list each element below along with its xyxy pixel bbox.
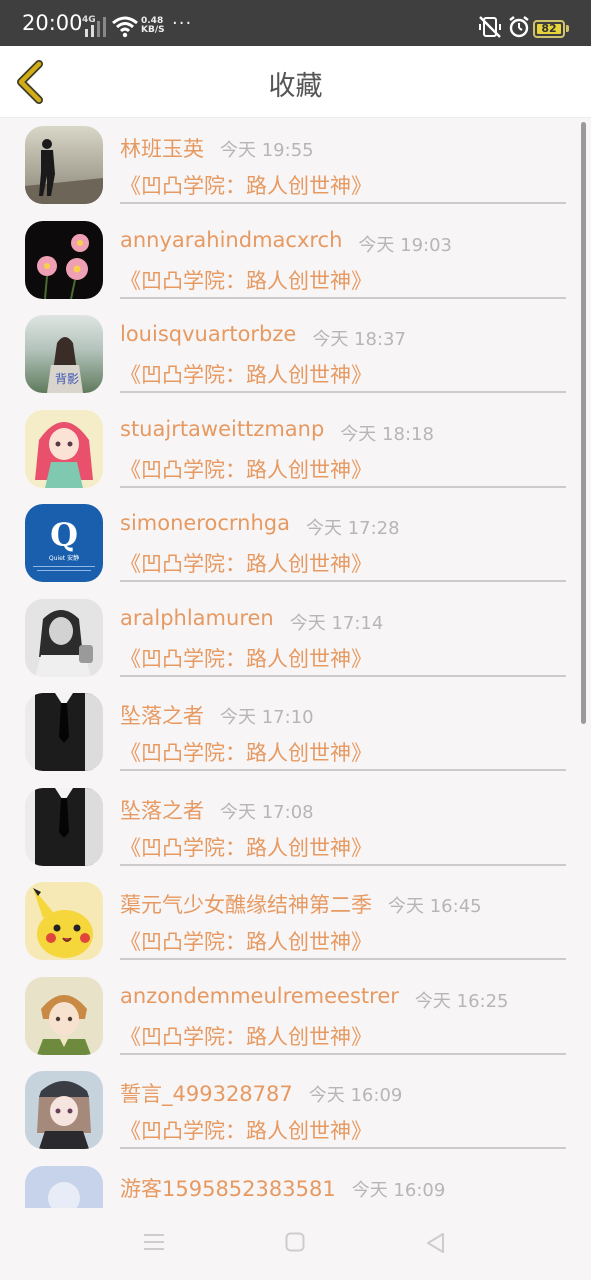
- favorite-time: 今天 17:28: [305, 518, 400, 539]
- favorite-time: 今天 17:10: [220, 707, 314, 728]
- list-item[interactable]: annyarahindmacxrch 今天 19:03 《凹凸学院：路人创世神》: [0, 213, 591, 308]
- avatar[interactable]: [25, 787, 103, 866]
- list-item[interactable]: Q Quiet 安静 simonerocrnhga 今天 17:28 《凹凸学院：路人创…: [0, 496, 591, 591]
- row-divider: [120, 1147, 566, 1149]
- list-item[interactable]: anzondemmeulremeestrer 今天 16:25 《凹凸学院：路人创世…: [0, 969, 591, 1064]
- row-divider: [120, 769, 566, 771]
- avatar[interactable]: [25, 882, 103, 960]
- favorite-time: 今天 16:25: [414, 990, 509, 1012]
- book-title-link[interactable]: 《凹凸学院：路人创世神》: [120, 737, 372, 767]
- user-name[interactable]: stuajrtaweittzmanp: [120, 417, 324, 441]
- network-speed-unit: KB/S: [141, 25, 165, 35]
- signal-icon: [83, 17, 107, 43]
- favorite-time: 今天 17:14: [289, 612, 384, 634]
- battery-level: 82: [541, 22, 557, 35]
- favorite-time: 今天 18:18: [340, 423, 434, 445]
- list-item[interactable]: 坠落之者 今天 17:10 《凹凸学院：路人创世神》: [0, 685, 591, 780]
- row-divider: [120, 580, 566, 582]
- avatar[interactable]: [25, 976, 103, 1055]
- user-name[interactable]: 游客1595852383581: [120, 1173, 336, 1203]
- user-name[interactable]: 林班玉英: [120, 133, 204, 163]
- wifi-icon: [112, 16, 138, 42]
- book-title-link[interactable]: 《凹凸学院：路人创世神》: [120, 359, 372, 389]
- mute-vibrate-icon: [478, 15, 502, 43]
- status-bar: 20:00 4G 0.48 KB/S ··· 82: [0, 0, 591, 46]
- menu-icon[interactable]: [143, 1232, 165, 1256]
- avatar[interactable]: [25, 1165, 103, 1208]
- avatar[interactable]: [25, 126, 103, 204]
- scrollbar[interactable]: [581, 122, 586, 724]
- list-item[interactable]: 游客1595852383581 今天 16:09: [0, 1158, 591, 1208]
- list-item[interactable]: 背影 louisqvuartorbze 今天 18:37 《凹凸学院：路人创世神》: [0, 307, 591, 402]
- favorite-time: 今天 16:45: [388, 896, 482, 917]
- user-name[interactable]: annyarahindmacxrch: [120, 228, 342, 252]
- book-title-link[interactable]: 《凹凸学院：路人创世神》: [120, 265, 372, 295]
- user-name[interactable]: aralphlamuren: [120, 606, 274, 630]
- book-title-link[interactable]: 《凹凸学院：路人创世神》: [120, 926, 372, 956]
- row-divider: [120, 863, 566, 866]
- favorite-time: 今天 19:55: [220, 140, 314, 161]
- book-title-link[interactable]: 《凹凸学院：路人创世神》: [120, 454, 372, 484]
- book-title-link[interactable]: 《凹凸学院：路人创世神》: [120, 1021, 372, 1051]
- book-title-link[interactable]: 《凹凸学院：路人创世神》: [120, 832, 372, 862]
- page-title: 收藏: [268, 71, 323, 102]
- row-divider: [120, 485, 566, 488]
- avatar[interactable]: [25, 220, 103, 299]
- list-item[interactable]: 坠落之者 今天 17:08 《凹凸学院：路人创世神》: [0, 780, 591, 875]
- user-name[interactable]: louisqvuartorbze: [120, 322, 296, 346]
- battery-tip: [566, 25, 569, 32]
- avatar[interactable]: [25, 693, 103, 771]
- book-title-link[interactable]: 《凹凸学院：路人创世神》: [120, 643, 372, 673]
- network-speed: 0.48 KB/S: [141, 17, 165, 35]
- list-item[interactable]: 蕖元气少女醮缘结神第二季 今天 16:45 《凹凸学院：路人创世神》: [0, 874, 591, 969]
- more-notifications-icon: ···: [172, 13, 193, 34]
- avatar[interactable]: 背影: [25, 315, 103, 393]
- book-title-link[interactable]: 《凹凸学院：路人创世神》: [120, 170, 372, 200]
- row-divider: [120, 296, 566, 299]
- status-time: 20:00: [22, 11, 83, 35]
- favorite-time: 今天 17:08: [220, 801, 314, 823]
- row-divider: [120, 674, 566, 677]
- system-nav-bar: [0, 1208, 591, 1280]
- favorite-time: 今天 19:03: [358, 234, 453, 256]
- title-bar: 收藏: [0, 46, 591, 118]
- avatar[interactable]: [25, 409, 103, 488]
- list-item[interactable]: aralphlamuren 今天 17:14 《凹凸学院：路人创世神》: [0, 591, 591, 686]
- row-divider: [120, 1052, 566, 1055]
- user-name[interactable]: 誓言_499328787: [120, 1078, 293, 1108]
- user-name[interactable]: 蕖元气少女醮缘结神第二季: [120, 889, 372, 919]
- svg-text:Q: Q: [50, 516, 78, 554]
- svg-text:Quiet 安静: Quiet 安静: [49, 554, 79, 562]
- favorite-time: 今天 16:09: [308, 1085, 403, 1106]
- list-item[interactable]: stuajrtaweittzmanp 今天 18:18 《凹凸学院：路人创世神》: [0, 402, 591, 497]
- user-name[interactable]: 坠落之者: [120, 700, 204, 730]
- avatar[interactable]: [25, 1071, 103, 1149]
- user-name[interactable]: anzondemmeulremeestrer: [120, 984, 399, 1008]
- row-divider: [120, 202, 566, 204]
- book-title-link[interactable]: 《凹凸学院：路人创世神》: [120, 548, 372, 578]
- list-item[interactable]: 林班玉英 今天 19:55 《凹凸学院：路人创世神》: [0, 118, 591, 213]
- battery-icon: 82: [533, 20, 565, 38]
- row-divider: [120, 391, 566, 393]
- user-name[interactable]: simonerocrnhga: [120, 511, 290, 535]
- favorite-time: 今天 18:37: [312, 329, 406, 350]
- user-name[interactable]: 坠落之者: [120, 795, 204, 825]
- favorite-time: 今天 16:09: [351, 1179, 446, 1201]
- row-divider: [120, 958, 566, 960]
- home-square-icon[interactable]: [285, 1232, 305, 1256]
- avatar[interactable]: [25, 598, 103, 677]
- back-triangle-icon[interactable]: [425, 1232, 445, 1258]
- avatar[interactable]: Q Quiet 安静: [25, 504, 103, 582]
- book-title-link[interactable]: 《凹凸学院：路人创世神》: [120, 1115, 372, 1145]
- favorites-list[interactable]: 林班玉英 今天 19:55 《凹凸学院：路人创世神》 annyarahindmacxr…: [0, 118, 591, 1208]
- alarm-icon: [507, 15, 531, 43]
- list-item[interactable]: 誓言_499328787 今天 16:09 《凹凸学院：路人创世神》: [0, 1063, 591, 1158]
- svg-text:背影: 背影: [55, 372, 79, 386]
